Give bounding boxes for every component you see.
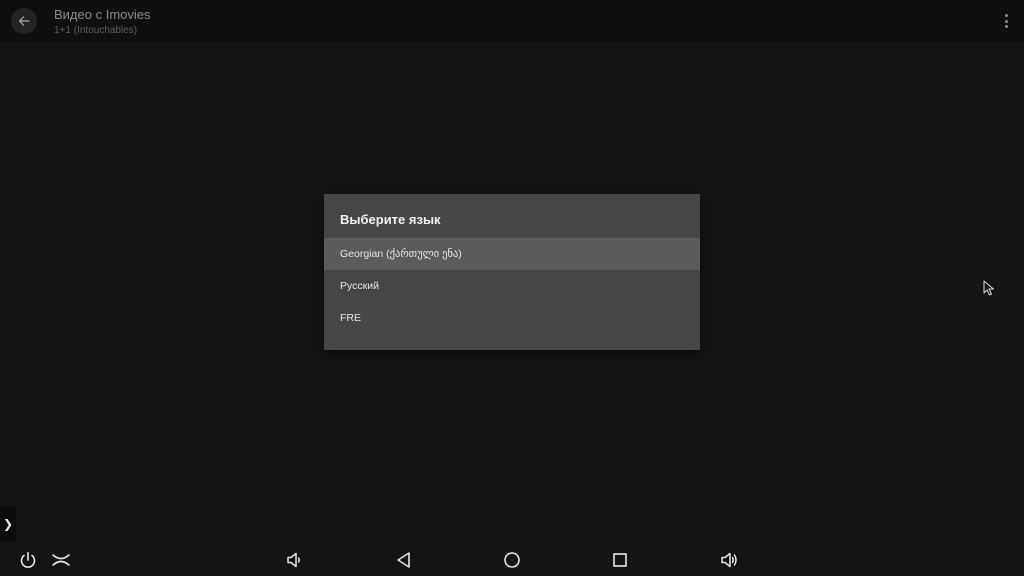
language-option-russian[interactable]: Русский — [324, 270, 700, 302]
power-button[interactable] — [18, 550, 38, 570]
power-icon — [20, 551, 36, 568]
home-button[interactable] — [502, 550, 522, 570]
language-option-georgian[interactable]: Georgian (ქართული ენა) — [324, 238, 700, 270]
arrow-left-icon — [18, 16, 30, 26]
volume-down-button[interactable] — [284, 550, 304, 570]
collapse-icon — [52, 554, 70, 566]
side-drawer-handle[interactable]: ❯ — [0, 506, 16, 542]
recents-square-icon — [613, 553, 627, 567]
app-bar: Видео с Imovies 1+1 (Intouchables) — [0, 0, 1024, 42]
back-nav-button[interactable] — [394, 550, 414, 570]
more-options-button[interactable] — [1002, 13, 1010, 29]
mouse-cursor-icon — [983, 280, 994, 296]
recents-button[interactable] — [610, 550, 630, 570]
volume-down-icon — [287, 552, 300, 568]
back-button[interactable] — [11, 8, 37, 34]
volume-up-button[interactable] — [719, 550, 739, 570]
page-subtitle: 1+1 (Intouchables) — [54, 25, 138, 36]
page-title: Видео с Imovies — [54, 7, 151, 22]
volume-up-icon — [721, 552, 737, 568]
more-vertical-icon — [1004, 14, 1008, 17]
language-option-fre[interactable]: FRE — [324, 302, 700, 334]
collapse-button[interactable] — [51, 550, 71, 570]
home-circle-icon — [504, 552, 520, 568]
language-dialog: Выберите язык Georgian (ქართული ენა) Рус… — [324, 194, 700, 350]
dialog-title: Выберите язык — [340, 212, 441, 227]
screen: Видео с Imovies 1+1 (Intouchables) Выбер… — [0, 0, 1024, 576]
back-triangle-icon — [397, 552, 410, 568]
navigation-bar — [0, 542, 1024, 576]
